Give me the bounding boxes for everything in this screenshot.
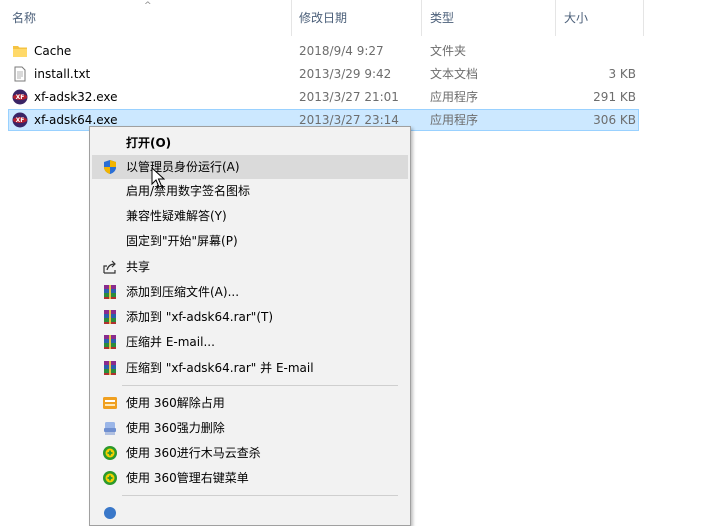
context-menu: 打开(O) 以管理员身份运行(A) 启用/禁用数字签名图标 兼容性疑难解答(Y)… <box>89 126 411 526</box>
menu-item-troubleshoot[interactable]: 兼容性疑难解答(Y) <box>92 204 408 228</box>
menu-item-label: 压缩并 E-mail... <box>126 335 215 349</box>
menu-item-open[interactable]: 打开(O) <box>92 131 408 155</box>
winrar-icon <box>104 335 116 349</box>
menu-item-360-force-delete[interactable]: 使用 360强力删除 <box>92 416 408 440</box>
360-security-icon <box>103 446 117 460</box>
menu-item-toggle-signature[interactable]: 启用/禁用数字签名图标 <box>92 179 408 203</box>
menu-item-add-archive[interactable]: 添加到压缩文件(A)... <box>92 280 408 304</box>
file-type: 文件夹 <box>430 44 467 58</box>
column-divider[interactable] <box>421 0 422 36</box>
menu-item-share[interactable]: 共享 <box>92 255 408 279</box>
menu-item-360-trojan-scan[interactable]: 使用 360进行木马云查杀 <box>92 441 408 465</box>
file-name: xf-adsk32.exe <box>34 90 118 104</box>
winrar-icon <box>104 285 116 299</box>
file-size: 291 KB <box>593 90 636 104</box>
winrar-icon <box>104 361 116 375</box>
mouse-cursor-icon <box>151 167 165 188</box>
file-type: 应用程序 <box>430 113 479 127</box>
svg-text:XF: XF <box>16 117 25 124</box>
menu-item-label: 压缩到 "xf-adsk64.rar" 并 E-mail <box>126 361 314 375</box>
menu-item-run-as-admin[interactable]: 以管理员身份运行(A) <box>92 155 408 179</box>
sort-indicator-icon: ^ <box>144 1 152 11</box>
menu-item-label: 共享 <box>126 260 151 274</box>
file-type: 应用程序 <box>430 90 479 104</box>
menu-item-add-rar[interactable]: 添加到 "xf-adsk64.rar"(T) <box>92 305 408 329</box>
menu-item-label: 以管理员身份运行(A) <box>126 160 240 174</box>
menu-item-label: 固定到"开始"屏幕(P) <box>126 234 238 248</box>
menu-item-label: 使用 360进行木马云查杀 <box>126 446 261 460</box>
file-name: install.txt <box>34 67 91 81</box>
file-size: 3 KB <box>608 67 636 81</box>
column-header-type[interactable]: 类型 <box>430 0 454 36</box>
menu-item-label: 启用/禁用数字签名图标 <box>126 184 251 198</box>
menu-item-label: 使用 360管理右键菜单 <box>126 471 249 485</box>
menu-item-label: 打开(O) <box>126 136 172 150</box>
file-name: Cache <box>34 44 72 58</box>
menu-item-360-manage-menu[interactable]: 使用 360管理右键菜单 <box>92 466 408 490</box>
file-date: 2013/3/29 9:42 <box>299 67 392 81</box>
xforce-exe-icon: XF <box>12 89 28 105</box>
text-file-icon <box>14 66 26 82</box>
file-row-install-txt[interactable]: install.txt 2013/3/29 9:42 文本文档 3 KB <box>8 63 639 85</box>
uac-shield-icon <box>104 160 116 174</box>
folder-icon <box>13 46 27 57</box>
partial-menu-icon <box>104 507 116 519</box>
file-date: 2013/3/27 21:01 <box>299 90 399 104</box>
column-divider[interactable] <box>555 0 556 36</box>
menu-separator <box>122 385 398 386</box>
column-divider[interactable] <box>643 0 644 36</box>
360-security-icon <box>103 471 117 485</box>
file-row-xf-adsk32[interactable]: XF xf-adsk32.exe 2013/3/27 21:01 应用程序 29… <box>8 86 639 108</box>
menu-separator <box>122 495 398 496</box>
xforce-exe-icon: XF <box>12 112 28 128</box>
column-header-bar: ^ 名称 修改日期 类型 大小 <box>0 0 701 36</box>
file-type: 文本文档 <box>430 67 479 81</box>
menu-item-label: 使用 360解除占用 <box>126 396 225 410</box>
column-divider[interactable] <box>291 0 292 36</box>
column-header-name[interactable]: 名称 <box>12 0 36 36</box>
menu-item-compress-rar-email[interactable]: 压缩到 "xf-adsk64.rar" 并 E-mail <box>92 356 408 380</box>
file-row-cache[interactable]: Cache 2018/9/4 9:27 文件夹 <box>8 40 639 62</box>
menu-item-pin-start[interactable]: 固定到"开始"屏幕(P) <box>92 229 408 253</box>
360-shredder-icon <box>104 422 116 435</box>
file-date: 2018/9/4 9:27 <box>299 44 384 58</box>
column-header-size[interactable]: 大小 <box>564 0 588 36</box>
menu-item-label: 兼容性疑难解答(Y) <box>126 209 227 223</box>
file-size: 306 KB <box>593 113 636 127</box>
menu-item-360-unlock[interactable]: 使用 360解除占用 <box>92 391 408 415</box>
svg-text:XF: XF <box>16 94 25 101</box>
menu-item-label: 使用 360强力删除 <box>126 421 225 435</box>
column-header-date[interactable]: 修改日期 <box>299 0 347 36</box>
menu-item-label: 添加到压缩文件(A)... <box>126 285 240 299</box>
winrar-icon <box>104 310 116 324</box>
360-unlock-icon <box>103 397 117 409</box>
menu-item-compress-email[interactable]: 压缩并 E-mail... <box>92 330 408 354</box>
menu-item-label: 添加到 "xf-adsk64.rar"(T) <box>126 310 274 324</box>
share-icon <box>103 260 116 274</box>
menu-item-partial[interactable] <box>92 501 408 525</box>
